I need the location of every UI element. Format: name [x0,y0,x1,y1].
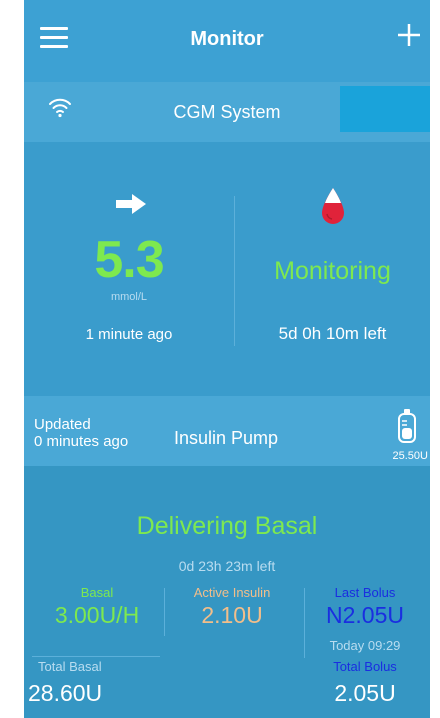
last-bolus-label: Last Bolus [334,585,396,600]
cgm-status-badge [340,86,430,132]
basal-rate: Basal 3.00U/H [32,585,162,629]
cgm-status: Monitoring [274,257,391,285]
pump-section-header[interactable]: Updated 0 minutes ago Insulin Pump 25.50… [24,396,430,466]
column-divider [164,588,165,636]
reservoir-level: 25.50U [392,450,428,462]
pump-status: Delivering Basal [136,512,318,540]
active-insulin-value: 2.10U [201,602,263,628]
glucose-timestamp: 1 minute ago [85,326,173,343]
pump-updated-label: Updated [34,416,91,433]
arrow-right-icon [116,194,146,214]
total-bolus-label: Total Bolus [333,659,397,674]
active-insulin-label: Active Insulin [193,585,271,600]
basal-label: Basal [80,585,114,600]
glucose-unit: mmol/L [110,291,148,303]
pump-title: Insulin Pump [174,428,279,448]
plus-icon[interactable] [396,22,422,48]
cgm-panel: 5.3 mmol/L 1 minute ago Monitoring 5d 0h… [24,142,430,396]
nav-bar: Monitor [24,0,430,82]
basal-value: 3.00U/H [54,602,140,628]
basal-time-left: 0d 23h 23m left [178,558,276,574]
total-basal-label: Total Basal [38,659,102,674]
total-bolus-value: 2.05U [334,680,396,706]
cgm-section-header[interactable]: CGM System [24,82,430,142]
pump-updated: Updated 0 minutes ago [34,416,128,450]
last-bolus-value: N2.05U [326,602,404,628]
total-basal-value: 28.60U [28,680,103,706]
insulin-reservoir-icon [398,409,416,443]
sensor-time-left: 5d 0h 10m left [278,324,387,343]
last-bolus-time: Today 09:29 [329,638,401,653]
glucose-value: 5.3 [94,231,164,289]
last-bolus: Last Bolus N2.05U [304,585,426,629]
total-basal-divider [32,656,160,657]
page-title: Monitor [190,28,264,50]
blood-drop-icon [322,188,344,224]
pump-updated-time: 0 minutes ago [34,433,129,450]
active-insulin: Active Insulin 2.10U [166,585,298,629]
app-screen: Monitor CGM System 5.3 mmol/L 1 minute a… [24,0,430,718]
